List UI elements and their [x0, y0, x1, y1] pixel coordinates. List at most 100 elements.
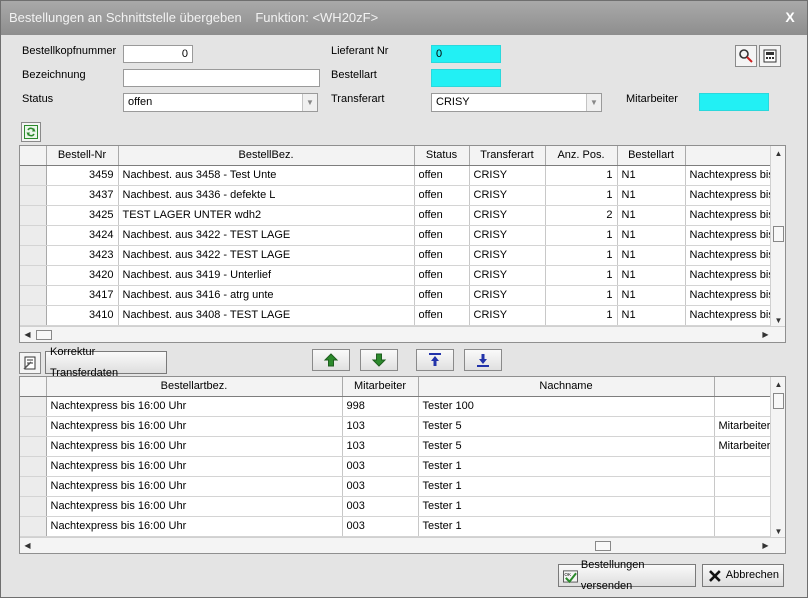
- close-button[interactable]: X: [781, 1, 799, 35]
- table-cell[interactable]: 1: [545, 305, 618, 326]
- table-cell[interactable]: Nachbest. aus 3416 - atrg unte: [118, 285, 415, 306]
- table-cell[interactable]: Tester 1: [418, 456, 715, 477]
- column-header[interactable]: BestellBez.: [118, 146, 415, 166]
- table-cell[interactable]: Nachtexpress bis 16:00 Uhr: [46, 456, 343, 477]
- move-down-button[interactable]: [360, 349, 398, 371]
- table-cell[interactable]: 1: [545, 225, 618, 246]
- table-cell[interactable]: offen: [414, 305, 470, 326]
- table-cell[interactable]: 3437: [46, 185, 119, 206]
- table-cell[interactable]: 103: [342, 416, 419, 437]
- table-cell[interactable]: offen: [414, 205, 470, 226]
- table-cell[interactable]: Nachtexpress bis: [685, 305, 779, 326]
- row-selector[interactable]: [20, 416, 47, 437]
- column-header[interactable]: Anz. Pos.: [545, 146, 618, 166]
- korrektur-transferdaten-button[interactable]: Korrektur Transferdaten: [45, 346, 167, 379]
- table-cell[interactable]: Nachbest. aus 3419 - Unterlief: [118, 265, 415, 286]
- bezeichnung-field[interactable]: [123, 69, 320, 87]
- table-cell[interactable]: Nachtexpress bis 16:00 Uhr: [46, 496, 343, 517]
- table-cell[interactable]: N1: [617, 265, 686, 286]
- lieferant-field[interactable]: 0: [431, 45, 501, 63]
- scroll-up-icon[interactable]: ▲: [771, 146, 785, 161]
- table-cell[interactable]: Nachbest. aus 3422 - TEST LAGE: [118, 245, 415, 266]
- table-row[interactable]: 3437 Nachbest. aus 3436 - defekte Loffen C…: [20, 185, 779, 206]
- row-selector[interactable]: [20, 436, 47, 457]
- table-cell[interactable]: 3410: [46, 305, 119, 326]
- table-cell[interactable]: 2: [545, 205, 618, 226]
- table-cell[interactable]: 003: [342, 456, 419, 477]
- table-cell[interactable]: Nachtexpress bis: [685, 185, 779, 206]
- scroll-right-icon[interactable]: ▶: [758, 327, 773, 342]
- table-cell[interactable]: Nachtexpress bis 16:00 Uhr: [46, 396, 343, 417]
- table-row[interactable]: 3424 Nachbest. aus 3422 - TEST LAGE offen C…: [20, 225, 779, 246]
- table-cell[interactable]: offen: [414, 225, 470, 246]
- scroll-right-icon[interactable]: ▶: [758, 538, 773, 553]
- table-cell[interactable]: Tester 5: [418, 416, 715, 437]
- scroll-thumb[interactable]: [773, 226, 784, 242]
- table-cell[interactable]: CRISY: [469, 265, 546, 286]
- column-header[interactable]: [685, 146, 779, 166]
- table-row[interactable]: 3425 TEST LAGER UNTER wdh2 offen CRISY 2 N1 Na…: [20, 205, 779, 226]
- table-cell[interactable]: 998: [342, 396, 419, 417]
- table-cell[interactable]: 003: [342, 516, 419, 537]
- detail-vertical-scrollbar[interactable]: ▲ ▼: [770, 377, 785, 539]
- status-select[interactable]: offen ▼: [123, 93, 318, 112]
- table-cell[interactable]: N1: [617, 165, 686, 186]
- orders-horizontal-scrollbar[interactable]: ◀ ▶: [20, 326, 785, 342]
- column-header[interactable]: Status: [414, 146, 470, 166]
- scroll-thumb[interactable]: [773, 393, 784, 409]
- calculator-button[interactable]: [759, 45, 781, 67]
- table-cell[interactable]: Nachtexpress bis: [685, 285, 779, 306]
- chevron-down-icon[interactable]: ▼: [586, 94, 601, 111]
- table-cell[interactable]: Nachtexpress bis: [685, 245, 779, 266]
- table-cell[interactable]: CRISY: [469, 245, 546, 266]
- scroll-thumb[interactable]: [36, 330, 52, 340]
- table-row[interactable]: Nachtexpress bis 16:00 Uhr 998 Tester 100: [20, 396, 785, 417]
- table-cell[interactable]: Tester 100: [418, 396, 715, 417]
- table-cell[interactable]: Tester 5: [418, 436, 715, 457]
- edit-document-button[interactable]: [19, 352, 41, 374]
- table-row[interactable]: Nachtexpress bis 16:00 Uhr 003 Tester 1: [20, 516, 785, 537]
- cancel-button[interactable]: Abbrechen: [702, 564, 784, 587]
- table-cell[interactable]: offen: [414, 185, 470, 206]
- table-cell[interactable]: 1: [545, 265, 618, 286]
- row-selector[interactable]: [20, 245, 47, 266]
- row-selector[interactable]: [20, 185, 47, 206]
- table-row[interactable]: Nachtexpress bis 16:00 Uhr 103 Tester 5 Mit…: [20, 416, 785, 437]
- scroll-thumb[interactable]: [595, 541, 611, 551]
- table-cell[interactable]: N1: [617, 245, 686, 266]
- table-cell[interactable]: 1: [545, 165, 618, 186]
- column-header[interactable]: Mitarbeiter: [342, 377, 419, 397]
- chevron-down-icon[interactable]: ▼: [302, 94, 317, 111]
- table-cell[interactable]: 3417: [46, 285, 119, 306]
- row-selector[interactable]: [20, 205, 47, 226]
- table-cell[interactable]: 1: [545, 185, 618, 206]
- table-cell[interactable]: Nachtexpress bis 16:00 Uhr: [46, 416, 343, 437]
- table-cell[interactable]: 3425: [46, 205, 119, 226]
- row-selector[interactable]: [20, 165, 47, 186]
- table-cell[interactable]: Nachbest. aus 3436 - defekte L: [118, 185, 415, 206]
- row-selector[interactable]: [20, 496, 47, 517]
- refresh-button[interactable]: [21, 122, 41, 142]
- table-cell[interactable]: offen: [414, 285, 470, 306]
- table-cell[interactable]: Nachtexpress bis 16:00 Uhr: [46, 476, 343, 497]
- table-row[interactable]: Nachtexpress bis 16:00 Uhr 003 Tester 1: [20, 496, 785, 517]
- table-cell[interactable]: N1: [617, 285, 686, 306]
- table-cell[interactable]: CRISY: [469, 285, 546, 306]
- move-bottom-button[interactable]: [464, 349, 502, 371]
- table-cell[interactable]: N1: [617, 185, 686, 206]
- table-cell[interactable]: offen: [414, 265, 470, 286]
- row-selector[interactable]: [20, 225, 47, 246]
- mitarbeiter-field[interactable]: [699, 93, 769, 111]
- move-top-button[interactable]: [416, 349, 454, 371]
- table-cell[interactable]: N1: [617, 205, 686, 226]
- search-button[interactable]: [735, 45, 757, 67]
- send-orders-button[interactable]: OK Bestellungen versenden: [558, 559, 696, 592]
- table-cell[interactable]: Nachbest. aus 3458 - Test Unte: [118, 165, 415, 186]
- table-row[interactable]: 3410 Nachbest. aus 3408 - TEST LAGE offen C…: [20, 305, 779, 326]
- move-up-button[interactable]: [312, 349, 350, 371]
- column-header[interactable]: Bestellart: [617, 146, 686, 166]
- table-cell[interactable]: Tester 1: [418, 496, 715, 517]
- table-cell[interactable]: 3423: [46, 245, 119, 266]
- table-cell[interactable]: Nachtexpress bis: [685, 225, 779, 246]
- table-cell[interactable]: CRISY: [469, 185, 546, 206]
